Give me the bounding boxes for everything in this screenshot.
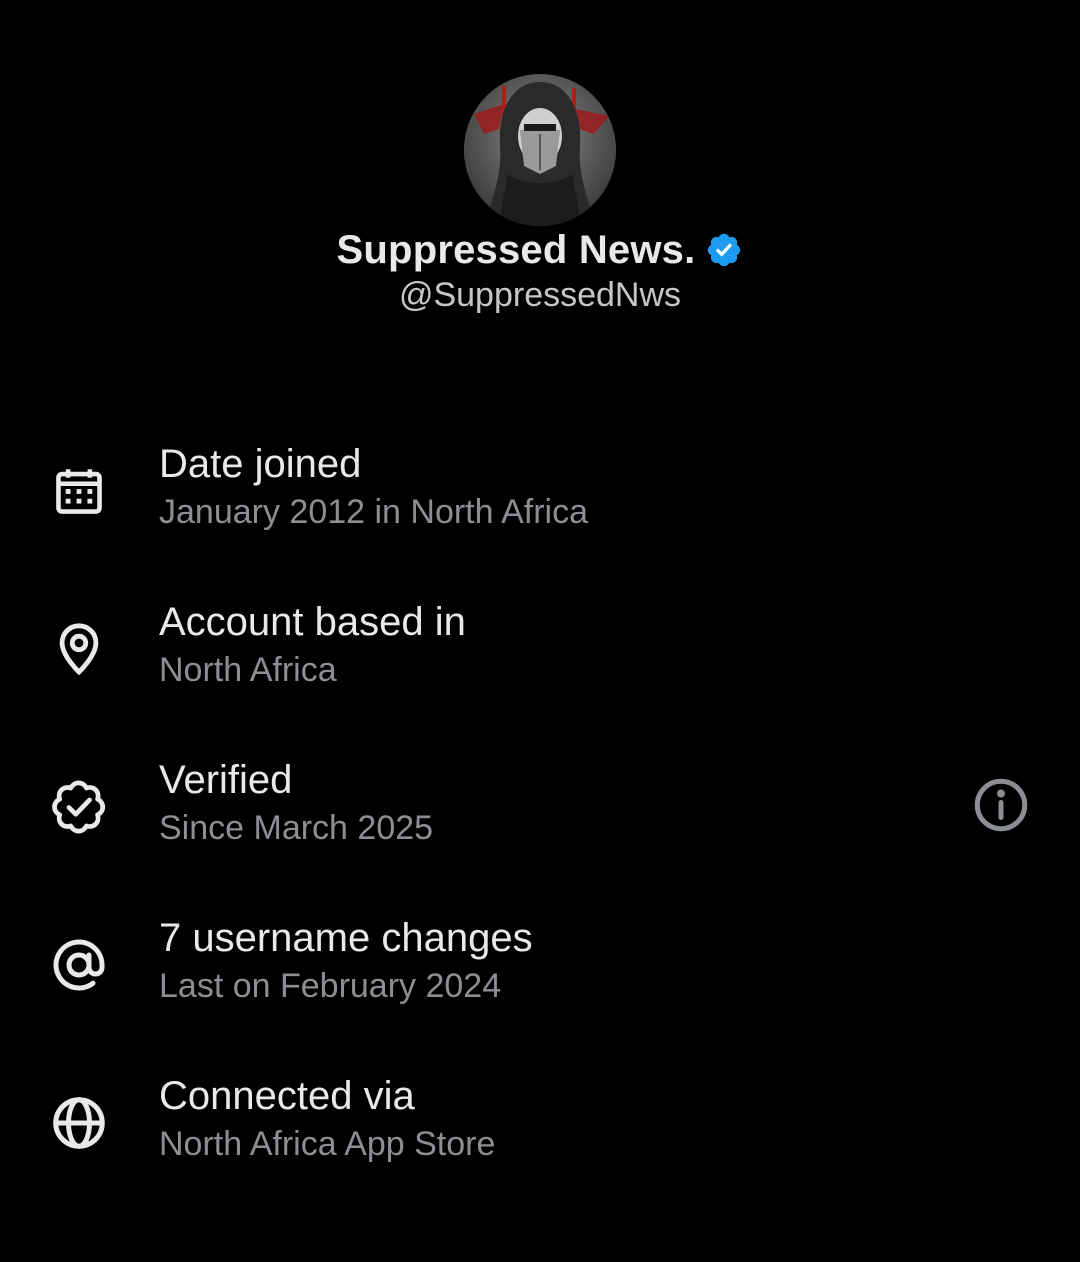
- calendar-icon: [46, 458, 112, 524]
- profile-header: Suppressed News. @SuppressedNws: [0, 0, 1080, 340]
- display-name: Suppressed News.: [336, 227, 696, 272]
- account-based-in-title: Account based in: [159, 600, 466, 644]
- list-item-date-joined: Date joined January 2012 in North Africa: [0, 430, 1080, 588]
- account-info-list: Date joined January 2012 in North Africa…: [0, 430, 1080, 1220]
- account-based-in-value: North Africa: [159, 651, 337, 689]
- name-row: Suppressed News.: [0, 222, 1080, 278]
- verified-info-button[interactable]: [968, 772, 1034, 838]
- list-item-verified: Verified Since March 2025: [0, 746, 1080, 904]
- verified-title: Verified: [159, 758, 293, 802]
- avatar[interactable]: [464, 74, 616, 226]
- verified-value: Since March 2025: [159, 809, 434, 847]
- globe-icon: [46, 1090, 112, 1156]
- connected-via-title: Connected via: [159, 1074, 415, 1118]
- username-changes-title: 7 username changes: [159, 916, 533, 960]
- connected-via-value: North Africa App Store: [159, 1125, 496, 1163]
- list-item-connected-via: Connected via North Africa App Store: [0, 1062, 1080, 1220]
- list-item-username-changes: 7 username changes Last on February 2024: [0, 904, 1080, 1062]
- at-sign-icon: [46, 932, 112, 998]
- username-changes-value: Last on February 2024: [159, 967, 502, 1005]
- profile-handle: @SuppressedNws: [398, 276, 682, 314]
- verified-badge-outline-icon: [46, 774, 112, 840]
- date-joined-value: January 2012 in North Africa: [159, 493, 589, 531]
- list-item-account-based-in: Account based in North Africa: [0, 588, 1080, 746]
- info-icon: [974, 778, 1028, 832]
- avatar-image: [464, 74, 616, 226]
- date-joined-title: Date joined: [159, 442, 362, 486]
- verified-badge-icon: [705, 231, 743, 269]
- location-pin-icon: [46, 616, 112, 682]
